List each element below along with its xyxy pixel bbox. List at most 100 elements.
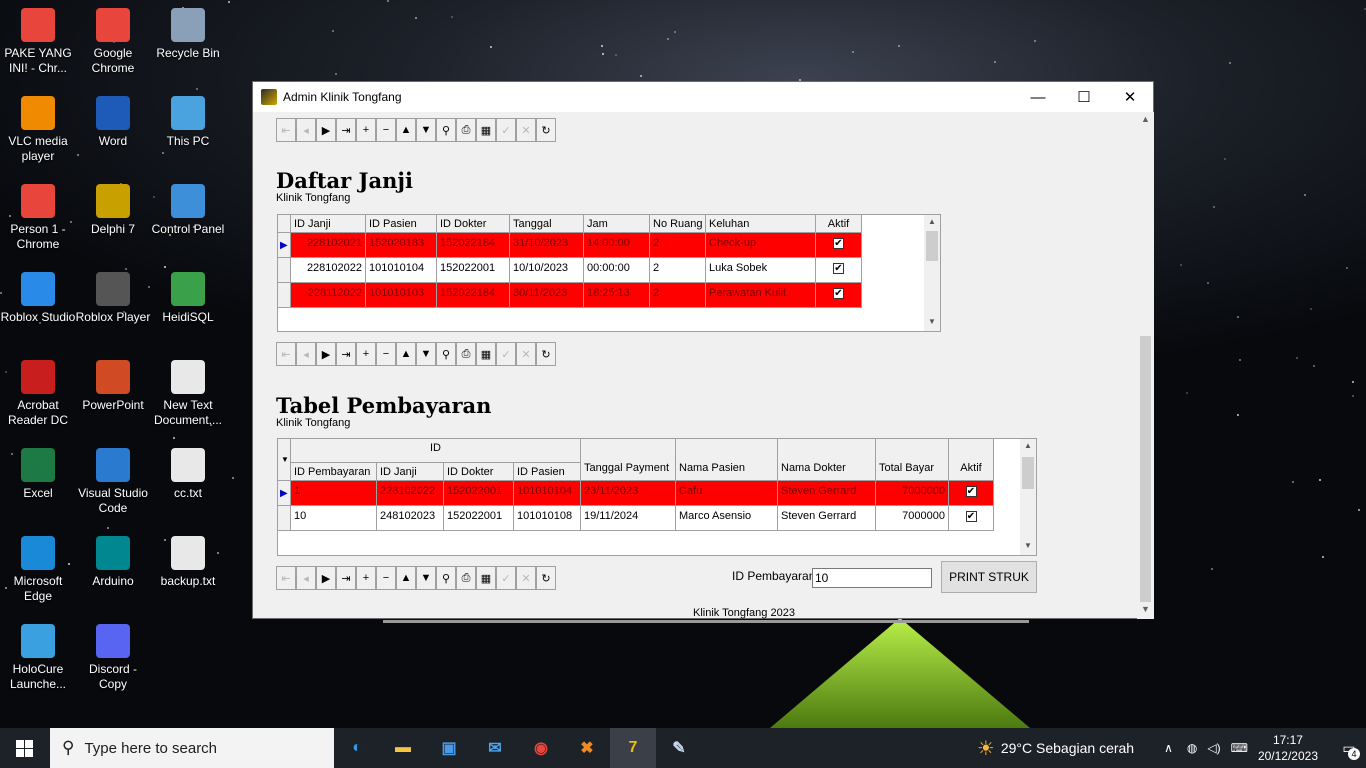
grid-scroll-up-icon[interactable]: ▲	[1024, 441, 1032, 450]
desktop-icon[interactable]: backup.txt	[150, 528, 226, 614]
window-vertical-scrollbar[interactable]: ▲ ▼	[1137, 112, 1154, 619]
refresh-icon[interactable]: ↻	[536, 566, 556, 590]
weather-text[interactable]: 29°C Sebagian cerah	[1001, 740, 1134, 756]
close-button[interactable]: ✕	[1107, 82, 1153, 112]
find-icon[interactable]: ⚲	[436, 118, 456, 142]
delete-icon[interactable]: −	[376, 342, 396, 366]
keyboard-icon[interactable]: ⌨	[1231, 741, 1248, 755]
last-icon[interactable]: ⇥	[336, 566, 356, 590]
desktop-icon[interactable]: HoloCure Launche...	[0, 616, 76, 702]
aktif-checkbox[interactable]: ✔	[965, 511, 977, 522]
desktop-icon[interactable]: Excel	[0, 440, 76, 526]
desktop-icon[interactable]: Roblox Player	[75, 264, 151, 350]
taskbar-app[interactable]: ✖	[564, 728, 610, 768]
cancel-icon[interactable]: ✕	[516, 118, 536, 142]
row-indicator[interactable]	[278, 258, 291, 283]
edit-icon[interactable]: ▲	[396, 566, 416, 590]
next-icon[interactable]: ▶	[316, 118, 336, 142]
taskbar-app[interactable]: ▬	[380, 728, 426, 768]
header-dropdown-icon[interactable]: ▼	[278, 455, 289, 464]
print-icon[interactable]: ⎙	[456, 566, 476, 590]
insert-icon[interactable]: +	[356, 566, 376, 590]
edit-icon[interactable]: ▲	[396, 342, 416, 366]
first-icon[interactable]: ⇤	[276, 342, 296, 366]
prior-icon[interactable]: ◂	[296, 118, 316, 142]
minimize-button[interactable]: —	[1015, 82, 1061, 112]
row-indicator[interactable]	[278, 506, 291, 531]
desktop-icon[interactable]: PAKE YANG INI! - Chr...	[0, 0, 76, 86]
taskbar-app[interactable]: ◐	[334, 728, 380, 768]
grid-vertical-scrollbar[interactable]: ▲ ▼	[924, 215, 940, 331]
prior-icon[interactable]: ◂	[296, 566, 316, 590]
find-icon[interactable]: ⚲	[436, 566, 456, 590]
desktop-icon[interactable]: Person 1 - Chrome	[0, 176, 76, 262]
start-button[interactable]	[0, 728, 48, 768]
aktif-checkbox[interactable]: ✔	[833, 288, 844, 299]
grid-scroll-thumb[interactable]	[926, 231, 938, 261]
taskbar-app[interactable]: ✉	[472, 728, 518, 768]
desktop-icon[interactable]: New Text Document....	[150, 352, 226, 438]
grid-scroll-up-icon[interactable]: ▲	[928, 217, 936, 226]
desktop-icon[interactable]: Discord - Copy	[75, 616, 151, 702]
delete-icon[interactable]: −	[376, 118, 396, 142]
desktop-icon[interactable]: Acrobat Reader DC	[0, 352, 76, 438]
aktif-checkbox[interactable]: ✔	[833, 263, 844, 274]
grid-scroll-down-icon[interactable]: ▼	[1024, 541, 1032, 550]
desktop-icon[interactable]: Arduino	[75, 528, 151, 614]
next-icon[interactable]: ▶	[316, 342, 336, 366]
print-icon[interactable]: ⎙	[456, 118, 476, 142]
desktop-icon[interactable]: PowerPoint	[75, 352, 151, 438]
refresh-icon[interactable]: ↻	[536, 118, 556, 142]
taskbar-app[interactable]: ✎	[656, 728, 702, 768]
scroll-down-arrow-icon[interactable]: ▼	[1137, 604, 1154, 618]
desktop-icon[interactable]: Delphi 7	[75, 176, 151, 262]
scroll-thumb[interactable]	[1140, 336, 1151, 602]
cancel-icon[interactable]: ✕	[516, 342, 536, 366]
row-indicator[interactable]: ▶	[278, 481, 291, 506]
desktop-icon[interactable]: Microsoft Edge	[0, 528, 76, 614]
desktop-icon[interactable]: cc.txt	[150, 440, 226, 526]
id-pembayaran-input[interactable]	[812, 568, 932, 588]
filter-icon[interactable]: ▼	[416, 118, 436, 142]
grid-vertical-scrollbar[interactable]: ▲ ▼	[1020, 439, 1036, 555]
pembayaran-grid[interactable]: ▼ ID ID Pembayaran ID Janji ID Dokter ID Pasi…	[277, 438, 1037, 556]
post-icon[interactable]: ✓	[496, 118, 516, 142]
desktop-icon[interactable]: Control Panel	[150, 176, 226, 262]
row-indicator[interactable]: ▶	[278, 233, 291, 258]
post-icon[interactable]: ✓	[496, 566, 516, 590]
find-icon[interactable]: ⚲	[436, 342, 456, 366]
network-icon[interactable]: ◍	[1187, 741, 1197, 755]
taskbar-app[interactable]: ◉	[518, 728, 564, 768]
desktop-icon[interactable]: Visual Studio Code	[75, 440, 151, 526]
taskbar-search[interactable]: ⚲ Type here to search	[50, 728, 334, 768]
filter-icon[interactable]: ▼	[416, 566, 436, 590]
desktop-icon[interactable]: Roblox Studio	[0, 264, 76, 350]
prior-icon[interactable]: ◂	[296, 342, 316, 366]
grid-scroll-down-icon[interactable]: ▼	[928, 317, 936, 326]
aktif-checkbox[interactable]: ✔	[965, 486, 977, 497]
print-icon[interactable]: ⎙	[456, 342, 476, 366]
print-struk-button[interactable]: PRINT STRUK	[941, 561, 1037, 593]
first-icon[interactable]: ⇤	[276, 566, 296, 590]
desktop-icon[interactable]: HeidiSQL	[150, 264, 226, 350]
row-indicator[interactable]	[278, 283, 291, 308]
clock[interactable]: 17:17 20/12/2023	[1258, 732, 1318, 764]
post-icon[interactable]: ✓	[496, 342, 516, 366]
last-icon[interactable]: ⇥	[336, 118, 356, 142]
taskbar-app[interactable]: 7	[610, 728, 656, 768]
edit-icon[interactable]: ▲	[396, 118, 416, 142]
grid-scroll-thumb[interactable]	[1022, 457, 1034, 489]
grid-icon[interactable]: ▦	[476, 118, 496, 142]
desktop-icon[interactable]: VLC media player	[0, 88, 76, 174]
delete-icon[interactable]: −	[376, 566, 396, 590]
first-icon[interactable]: ⇤	[276, 118, 296, 142]
cancel-icon[interactable]: ✕	[516, 566, 536, 590]
scroll-up-arrow-icon[interactable]: ▲	[1137, 114, 1154, 128]
maximize-button[interactable]: ☐	[1061, 82, 1107, 112]
show-hidden-icons-icon[interactable]: ∧	[1164, 741, 1173, 755]
desktop-icon[interactable]: This PC	[150, 88, 226, 174]
grid-icon[interactable]: ▦	[476, 342, 496, 366]
last-icon[interactable]: ⇥	[336, 342, 356, 366]
filter-icon[interactable]: ▼	[416, 342, 436, 366]
taskbar-app[interactable]: ▣	[426, 728, 472, 768]
